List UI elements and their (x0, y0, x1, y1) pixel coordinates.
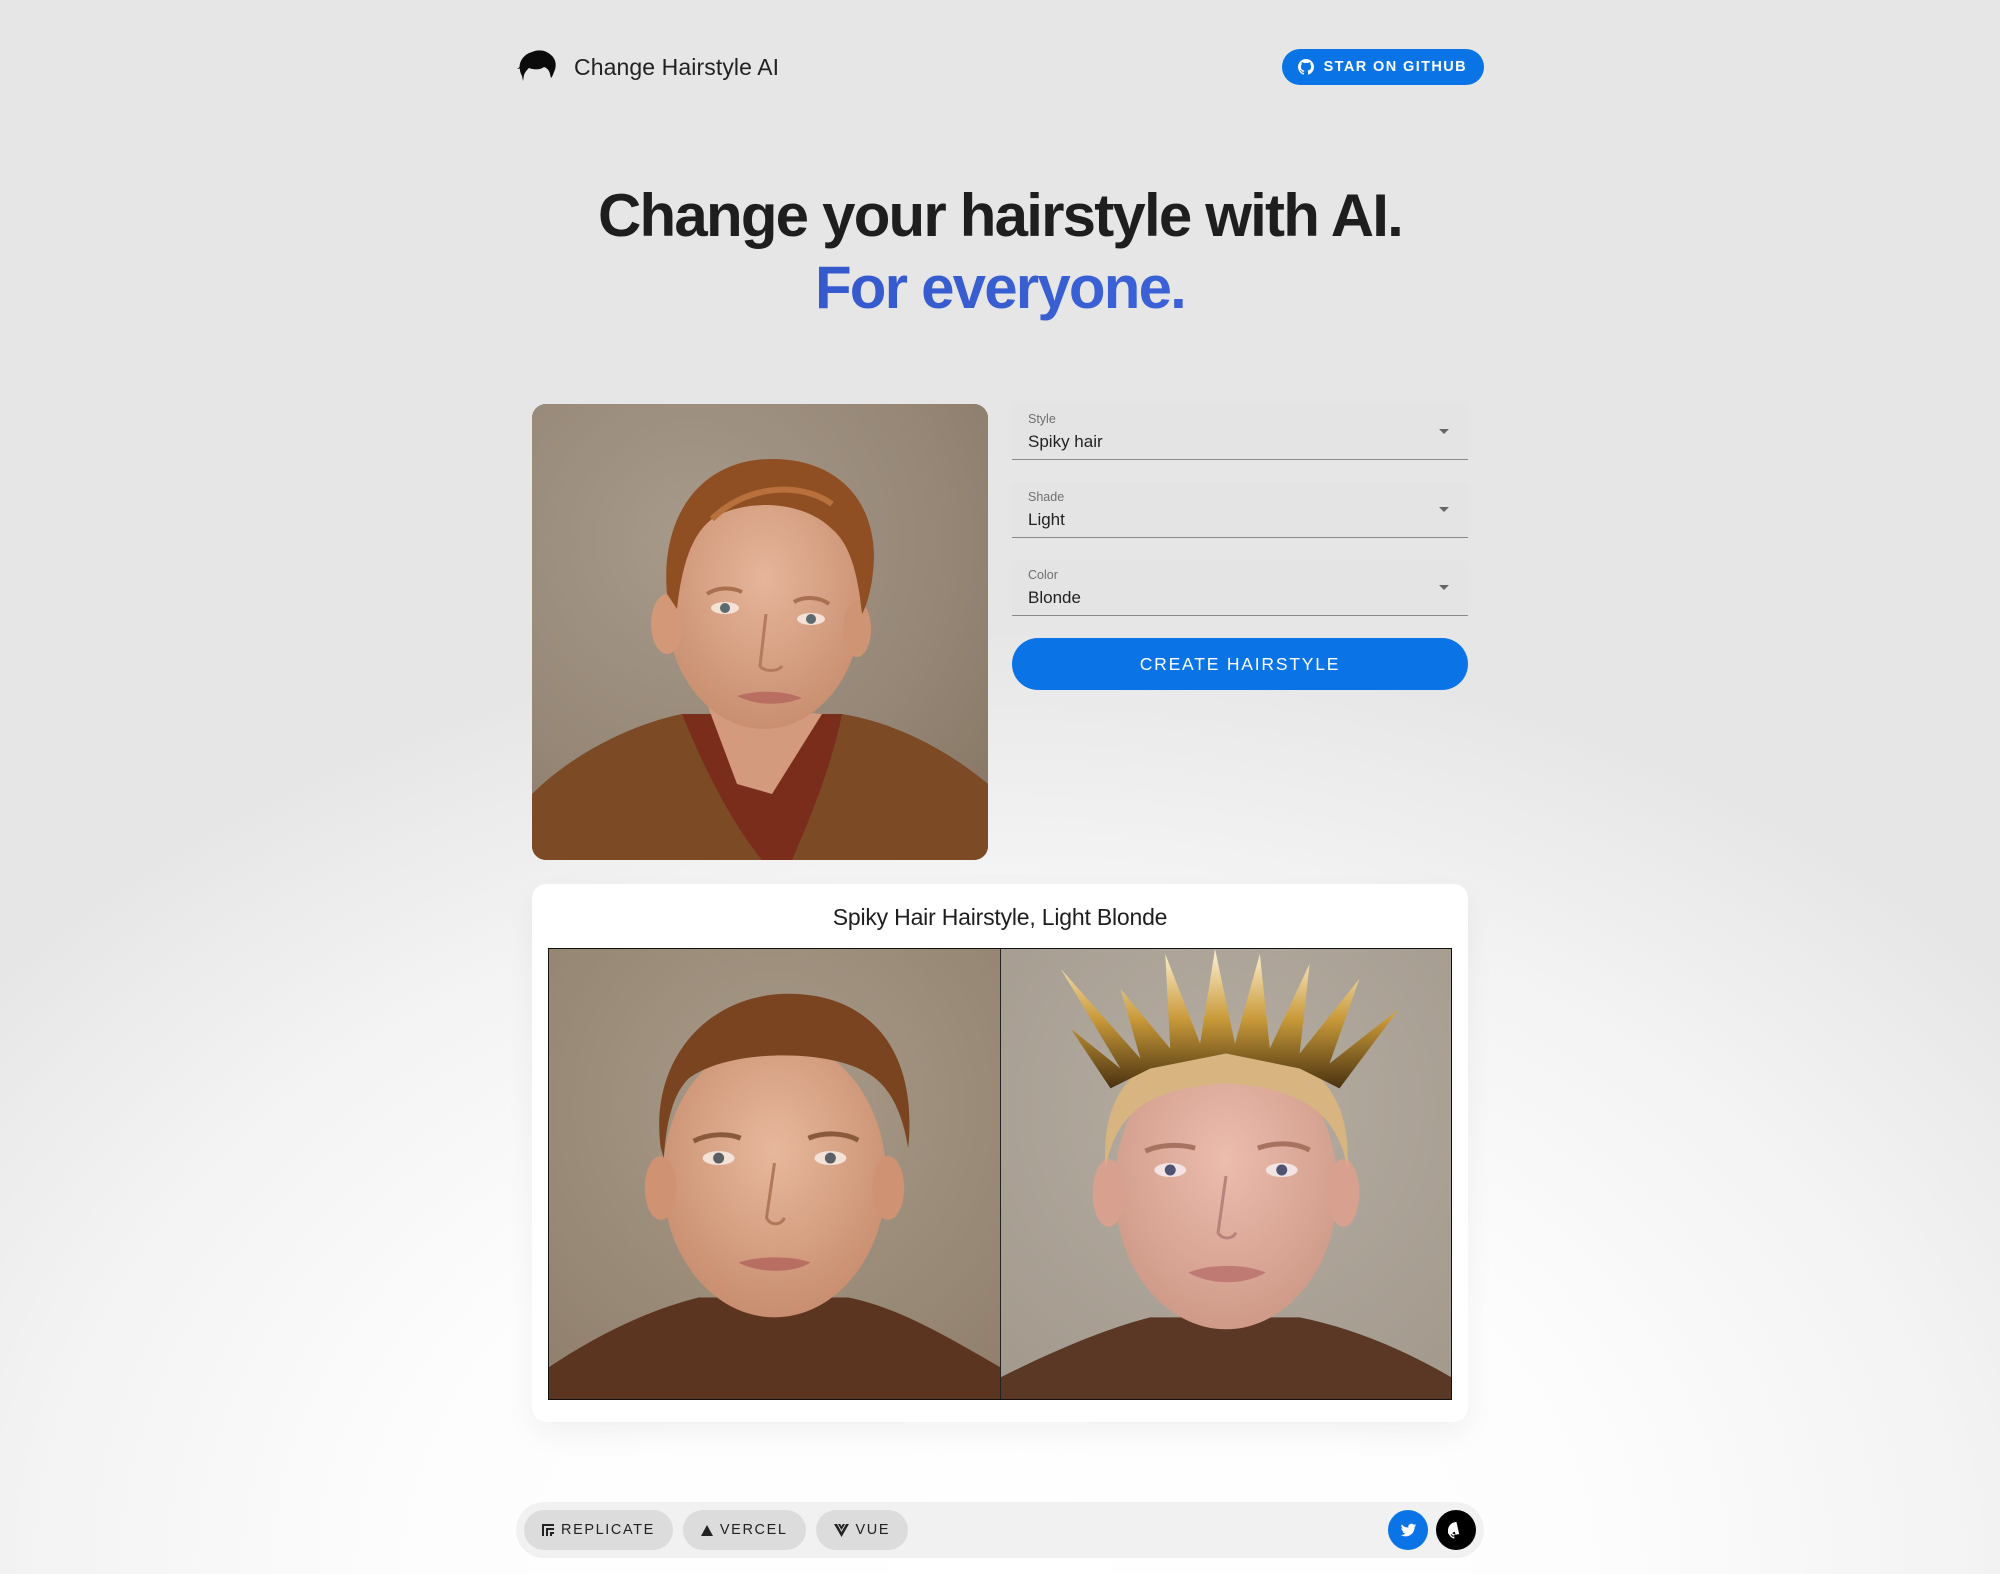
before-after-comparison[interactable] (548, 948, 1452, 1400)
subheadline: For everyone. (0, 252, 2000, 324)
star-on-github-button[interactable]: STAR ON GITHUB (1281, 49, 1484, 85)
vue-link[interactable]: VUE (815, 1510, 909, 1550)
vercel-link[interactable]: VERCEL (682, 1510, 806, 1550)
vue-label: VUE (855, 1522, 891, 1538)
social-links (1388, 1510, 1476, 1550)
github-link[interactable] (1436, 1510, 1476, 1550)
replicate-icon (542, 1524, 554, 1536)
chevron-down-icon (1439, 429, 1449, 434)
brand[interactable]: Change Hairstyle AI (516, 48, 779, 86)
result-card: Spiky Hair Hairstyle, Light Blonde (532, 884, 1468, 1422)
star-on-github-label: STAR ON GITHUB (1323, 59, 1467, 75)
color-select-value: Blonde (1028, 588, 1081, 607)
shade-select-value: Light (1028, 510, 1065, 529)
vercel-icon (700, 1524, 713, 1536)
color-select-label: Color (1028, 568, 1058, 582)
result-title: Spiky Hair Hairstyle, Light Blonde (832, 904, 1168, 930)
create-hairstyle-button[interactable]: CREATE HAIRSTYLE (1012, 638, 1468, 690)
shade-select-label: Shade (1028, 490, 1065, 504)
hero: Change your hairstyle with AI. For every… (0, 180, 2000, 324)
site-header: Change Hairstyle AI STAR ON GITHUB (516, 44, 1484, 90)
after-image (1000, 949, 1451, 1399)
footer: REPLICATE VERCEL VUE (516, 1502, 1484, 1558)
replicate-link[interactable]: REPLICATE (524, 1510, 673, 1550)
vue-icon (833, 1523, 849, 1537)
hair-icon (517, 50, 556, 81)
github-icon (1297, 59, 1314, 75)
tech-links: REPLICATE VERCEL VUE (524, 1510, 909, 1550)
chevron-down-icon (1439, 507, 1449, 512)
before-portrait (549, 949, 1000, 1399)
style-select-label: Style (1028, 412, 1056, 426)
chevron-down-icon (1439, 585, 1449, 590)
color-select[interactable]: Color Blonde (1012, 560, 1468, 616)
style-select-value: Spiky hair (1028, 432, 1103, 451)
uploaded-photo[interactable] (532, 404, 988, 860)
hairstyle-form: Style Spiky hair Shade Light Color Blond… (1012, 404, 1468, 690)
portrait-image (532, 404, 988, 860)
before-image (549, 949, 1000, 1399)
after-portrait (1001, 949, 1451, 1399)
twitter-icon (1400, 1523, 1416, 1536)
vercel-label: VERCEL (719, 1522, 788, 1538)
shade-select[interactable]: Shade Light (1012, 482, 1468, 538)
app-title: Change Hairstyle AI (574, 53, 780, 80)
replicate-label: REPLICATE (561, 1522, 655, 1538)
headline: Change your hairstyle with AI. (598, 182, 1404, 249)
github-icon (1447, 1521, 1459, 1539)
style-select[interactable]: Style Spiky hair (1012, 404, 1468, 460)
twitter-link[interactable] (1388, 1510, 1428, 1550)
